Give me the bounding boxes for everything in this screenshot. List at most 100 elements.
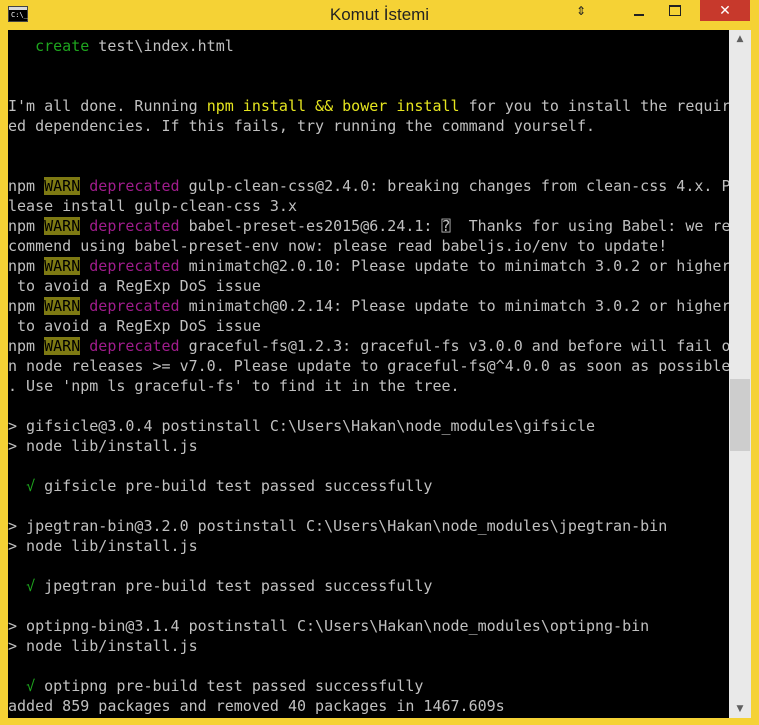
console-text: to avoid a RegExp DoS issue bbox=[8, 277, 261, 295]
console-text-warn: WARN bbox=[44, 257, 81, 275]
console-text: lease install gulp-clean-css 3.x bbox=[8, 197, 297, 215]
console-line: npm WARN deprecated gulp-clean-css@2.4.0… bbox=[8, 176, 729, 196]
console-line: > jpegtran-bin@3.2.0 postinstall C:\User… bbox=[8, 516, 729, 536]
console-text-warn: WARN bbox=[44, 337, 81, 355]
console-text: minimatch@0.2.14: Please update to minim… bbox=[179, 297, 729, 315]
console-text: > node lib/install.js bbox=[8, 437, 198, 455]
console-line: create test\index.html bbox=[8, 36, 729, 56]
console-text: npm bbox=[8, 337, 45, 355]
console-text-warn: WARN bbox=[44, 217, 81, 235]
scroll-up-arrow-icon: ▲ bbox=[736, 34, 744, 44]
console-text: > optipng-bin@3.1.4 postinstall C:\Users… bbox=[8, 617, 650, 635]
resize-icon: ⇕ bbox=[575, 3, 587, 18]
console-text-yellow: npm install && bower install bbox=[206, 97, 460, 115]
console-text: test\index.html bbox=[89, 37, 234, 55]
console-text: n node releases >= v7.0. Please update t… bbox=[8, 357, 729, 375]
vertical-scrollbar[interactable]: ▲ ▼ bbox=[729, 30, 751, 718]
console-text: minimatch@2.0.10: Please update to minim… bbox=[179, 257, 729, 275]
console-text-green: create bbox=[35, 37, 90, 55]
console-line: ed dependencies. If this fails, try runn… bbox=[8, 116, 729, 136]
console-line: lease install gulp-clean-css 3.x bbox=[8, 196, 729, 216]
console-text: graceful-fs@1.2.3: graceful-fs v3.0.0 an… bbox=[179, 337, 729, 355]
console-line: npm WARN deprecated graceful-fs@1.2.3: g… bbox=[8, 336, 729, 356]
console-text: to avoid a RegExp DoS issue bbox=[8, 317, 261, 335]
console-line: > gifsicle@3.0.4 postinstall C:\Users\Ha… bbox=[8, 416, 729, 436]
console-line: added 859 packages and removed 40 packag… bbox=[8, 696, 729, 716]
console-text-green: √ bbox=[26, 677, 36, 695]
console-text-magenta: deprecated bbox=[89, 297, 180, 315]
maximize-button[interactable] bbox=[660, 0, 690, 21]
console-output[interactable]: create test\index.html I'm all done. Runn… bbox=[8, 30, 729, 718]
console-text-magenta: deprecated bbox=[89, 337, 180, 355]
console-line: npm WARN deprecated minimatch@2.0.10: Pl… bbox=[8, 256, 729, 276]
minimize-button[interactable] bbox=[624, 0, 654, 21]
command-prompt-window: C:\_ Komut İstemi ⇕ ✕ create test\index.… bbox=[0, 0, 759, 725]
console-text: babel-preset-es2015@6.24.1: ⍰ Thanks for… bbox=[179, 217, 729, 235]
console-text-green: √ bbox=[26, 577, 36, 595]
console-text: > node lib/install.js bbox=[8, 637, 198, 655]
console-text: optipng pre-build test passed successful… bbox=[35, 677, 424, 695]
console-line: commend using babel-preset-env now: plea… bbox=[8, 236, 729, 256]
console-line: √ optipng pre-build test passed successf… bbox=[8, 676, 729, 696]
console-line: to avoid a RegExp DoS issue bbox=[8, 316, 729, 336]
console-text: gifsicle pre-build test passed successfu… bbox=[35, 477, 433, 495]
console-text: npm bbox=[8, 297, 45, 315]
console-text: npm bbox=[8, 257, 45, 275]
console-line: √ jpegtran pre-build test passed success… bbox=[8, 576, 729, 596]
console-text: npm bbox=[8, 217, 45, 235]
console-text: added 859 packages and removed 40 packag… bbox=[8, 697, 505, 715]
scroll-up-button[interactable]: ▲ bbox=[729, 30, 751, 48]
scroll-down-arrow-icon: ▼ bbox=[736, 704, 744, 714]
scroll-down-button[interactable]: ▼ bbox=[729, 700, 751, 718]
console-line: to avoid a RegExp DoS issue bbox=[8, 276, 729, 296]
scroll-thumb[interactable] bbox=[730, 378, 750, 451]
console-text-magenta: deprecated bbox=[89, 177, 180, 195]
console-text: > jpegtran-bin@3.2.0 postinstall C:\User… bbox=[8, 517, 668, 535]
console-line: npm WARN deprecated minimatch@0.2.14: Pl… bbox=[8, 296, 729, 316]
console-text: I'm all done. Running bbox=[8, 97, 207, 115]
console-text: > gifsicle@3.0.4 postinstall C:\Users\Ha… bbox=[8, 417, 595, 435]
close-button[interactable]: ✕ bbox=[700, 0, 750, 21]
console-line: > node lib/install.js bbox=[8, 436, 729, 456]
console-line: > node lib/install.js bbox=[8, 636, 729, 656]
console-line: > optipng-bin@3.1.4 postinstall C:\Users… bbox=[8, 616, 729, 636]
console-lines: create test\index.html I'm all done. Runn… bbox=[8, 36, 729, 716]
console-text: for you to install the requir bbox=[459, 97, 729, 115]
console-text: gulp-clean-css@2.4.0: breaking changes f… bbox=[179, 177, 729, 195]
console-text-magenta: deprecated bbox=[89, 257, 180, 275]
console-text-green: √ bbox=[26, 477, 36, 495]
console-text: ed dependencies. If this fails, try runn… bbox=[8, 117, 595, 135]
console-text: jpegtran pre-build test passed successfu… bbox=[35, 577, 433, 595]
console-line: . Use 'npm ls graceful-fs' to find it in… bbox=[8, 376, 729, 396]
console-line: I'm all done. Running npm install && bow… bbox=[8, 96, 729, 116]
console-text: > node lib/install.js bbox=[8, 537, 198, 555]
console-text: . Use 'npm ls graceful-fs' to find it in… bbox=[8, 377, 460, 395]
title-bar[interactable]: C:\_ Komut İstemi ⇕ ✕ bbox=[0, 0, 759, 30]
console-line: npm WARN deprecated babel-preset-es2015@… bbox=[8, 216, 729, 236]
console-text: commend using babel-preset-env now: plea… bbox=[8, 237, 668, 255]
console-text: npm bbox=[8, 177, 45, 195]
close-icon: ✕ bbox=[719, 2, 731, 19]
console-line: n node releases >= v7.0. Please update t… bbox=[8, 356, 729, 376]
console-line: > node lib/install.js bbox=[8, 536, 729, 556]
console-text-warn: WARN bbox=[44, 297, 81, 315]
